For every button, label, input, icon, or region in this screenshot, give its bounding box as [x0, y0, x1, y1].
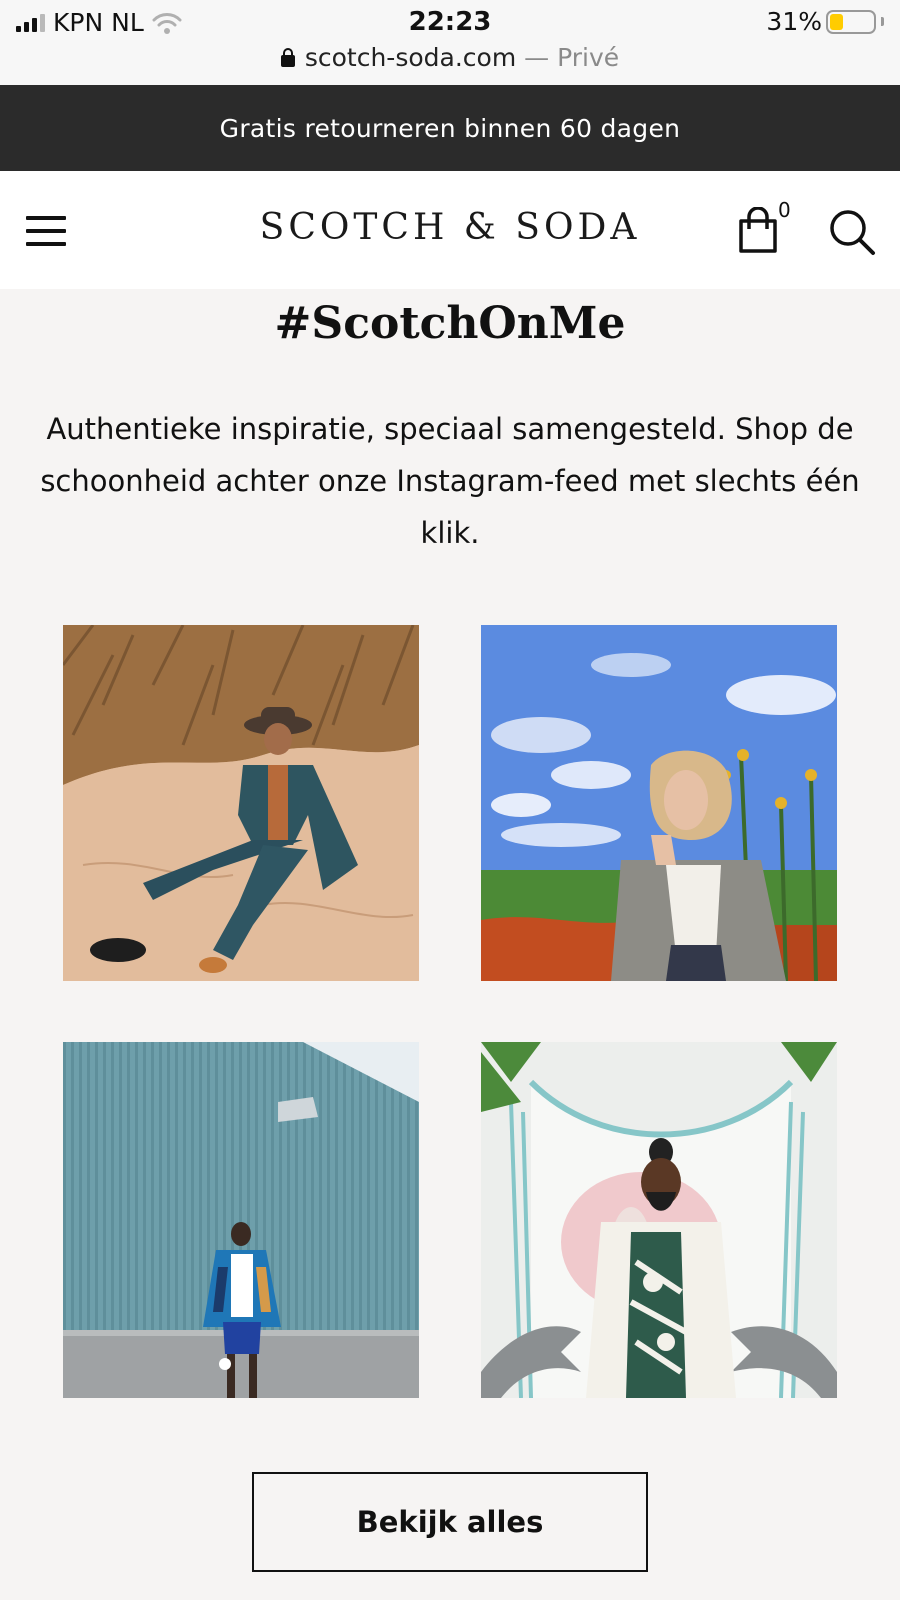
instagram-photo-1[interactable]	[63, 625, 419, 981]
search-icon[interactable]	[828, 208, 876, 256]
shopping-bag-icon[interactable]	[736, 207, 780, 253]
photo-2-image	[481, 625, 837, 981]
url-bar[interactable]: scotch-soda.com — Privé	[0, 43, 900, 72]
cart-count-badge: 0	[778, 198, 791, 222]
photo-3-image	[63, 1042, 419, 1398]
instagram-photo-3[interactable]	[63, 1042, 419, 1398]
photo-1-image	[63, 625, 419, 981]
battery-percent: 31%	[766, 7, 822, 36]
battery-cap	[881, 17, 884, 26]
url-privacy-label: — Privé	[524, 43, 620, 72]
battery-fill	[830, 13, 844, 30]
instagram-photo-2[interactable]	[481, 625, 837, 981]
clock: 22:23	[408, 7, 492, 37]
status-bar: KPN NL 22:23 31% scotch-soda.com — Privé	[0, 0, 900, 85]
view-all-button[interactable]: Bekijk alles	[252, 1472, 648, 1572]
url-domain: scotch-soda.com	[304, 43, 517, 72]
site-header: SCOTCH & SODA 0	[0, 171, 900, 289]
lock-icon	[280, 48, 295, 67]
photo-4-image	[481, 1042, 837, 1398]
section-title: #ScotchOnMe	[274, 298, 626, 349]
battery-icon	[826, 9, 876, 34]
instagram-photo-4[interactable]	[481, 1042, 837, 1398]
promo-banner[interactable]: Gratis retourneren binnen 60 dagen	[0, 85, 900, 171]
section-intro: Authentieke inspiratie, speciaal samenge…	[40, 412, 860, 550]
status-right: 31%	[766, 7, 884, 36]
